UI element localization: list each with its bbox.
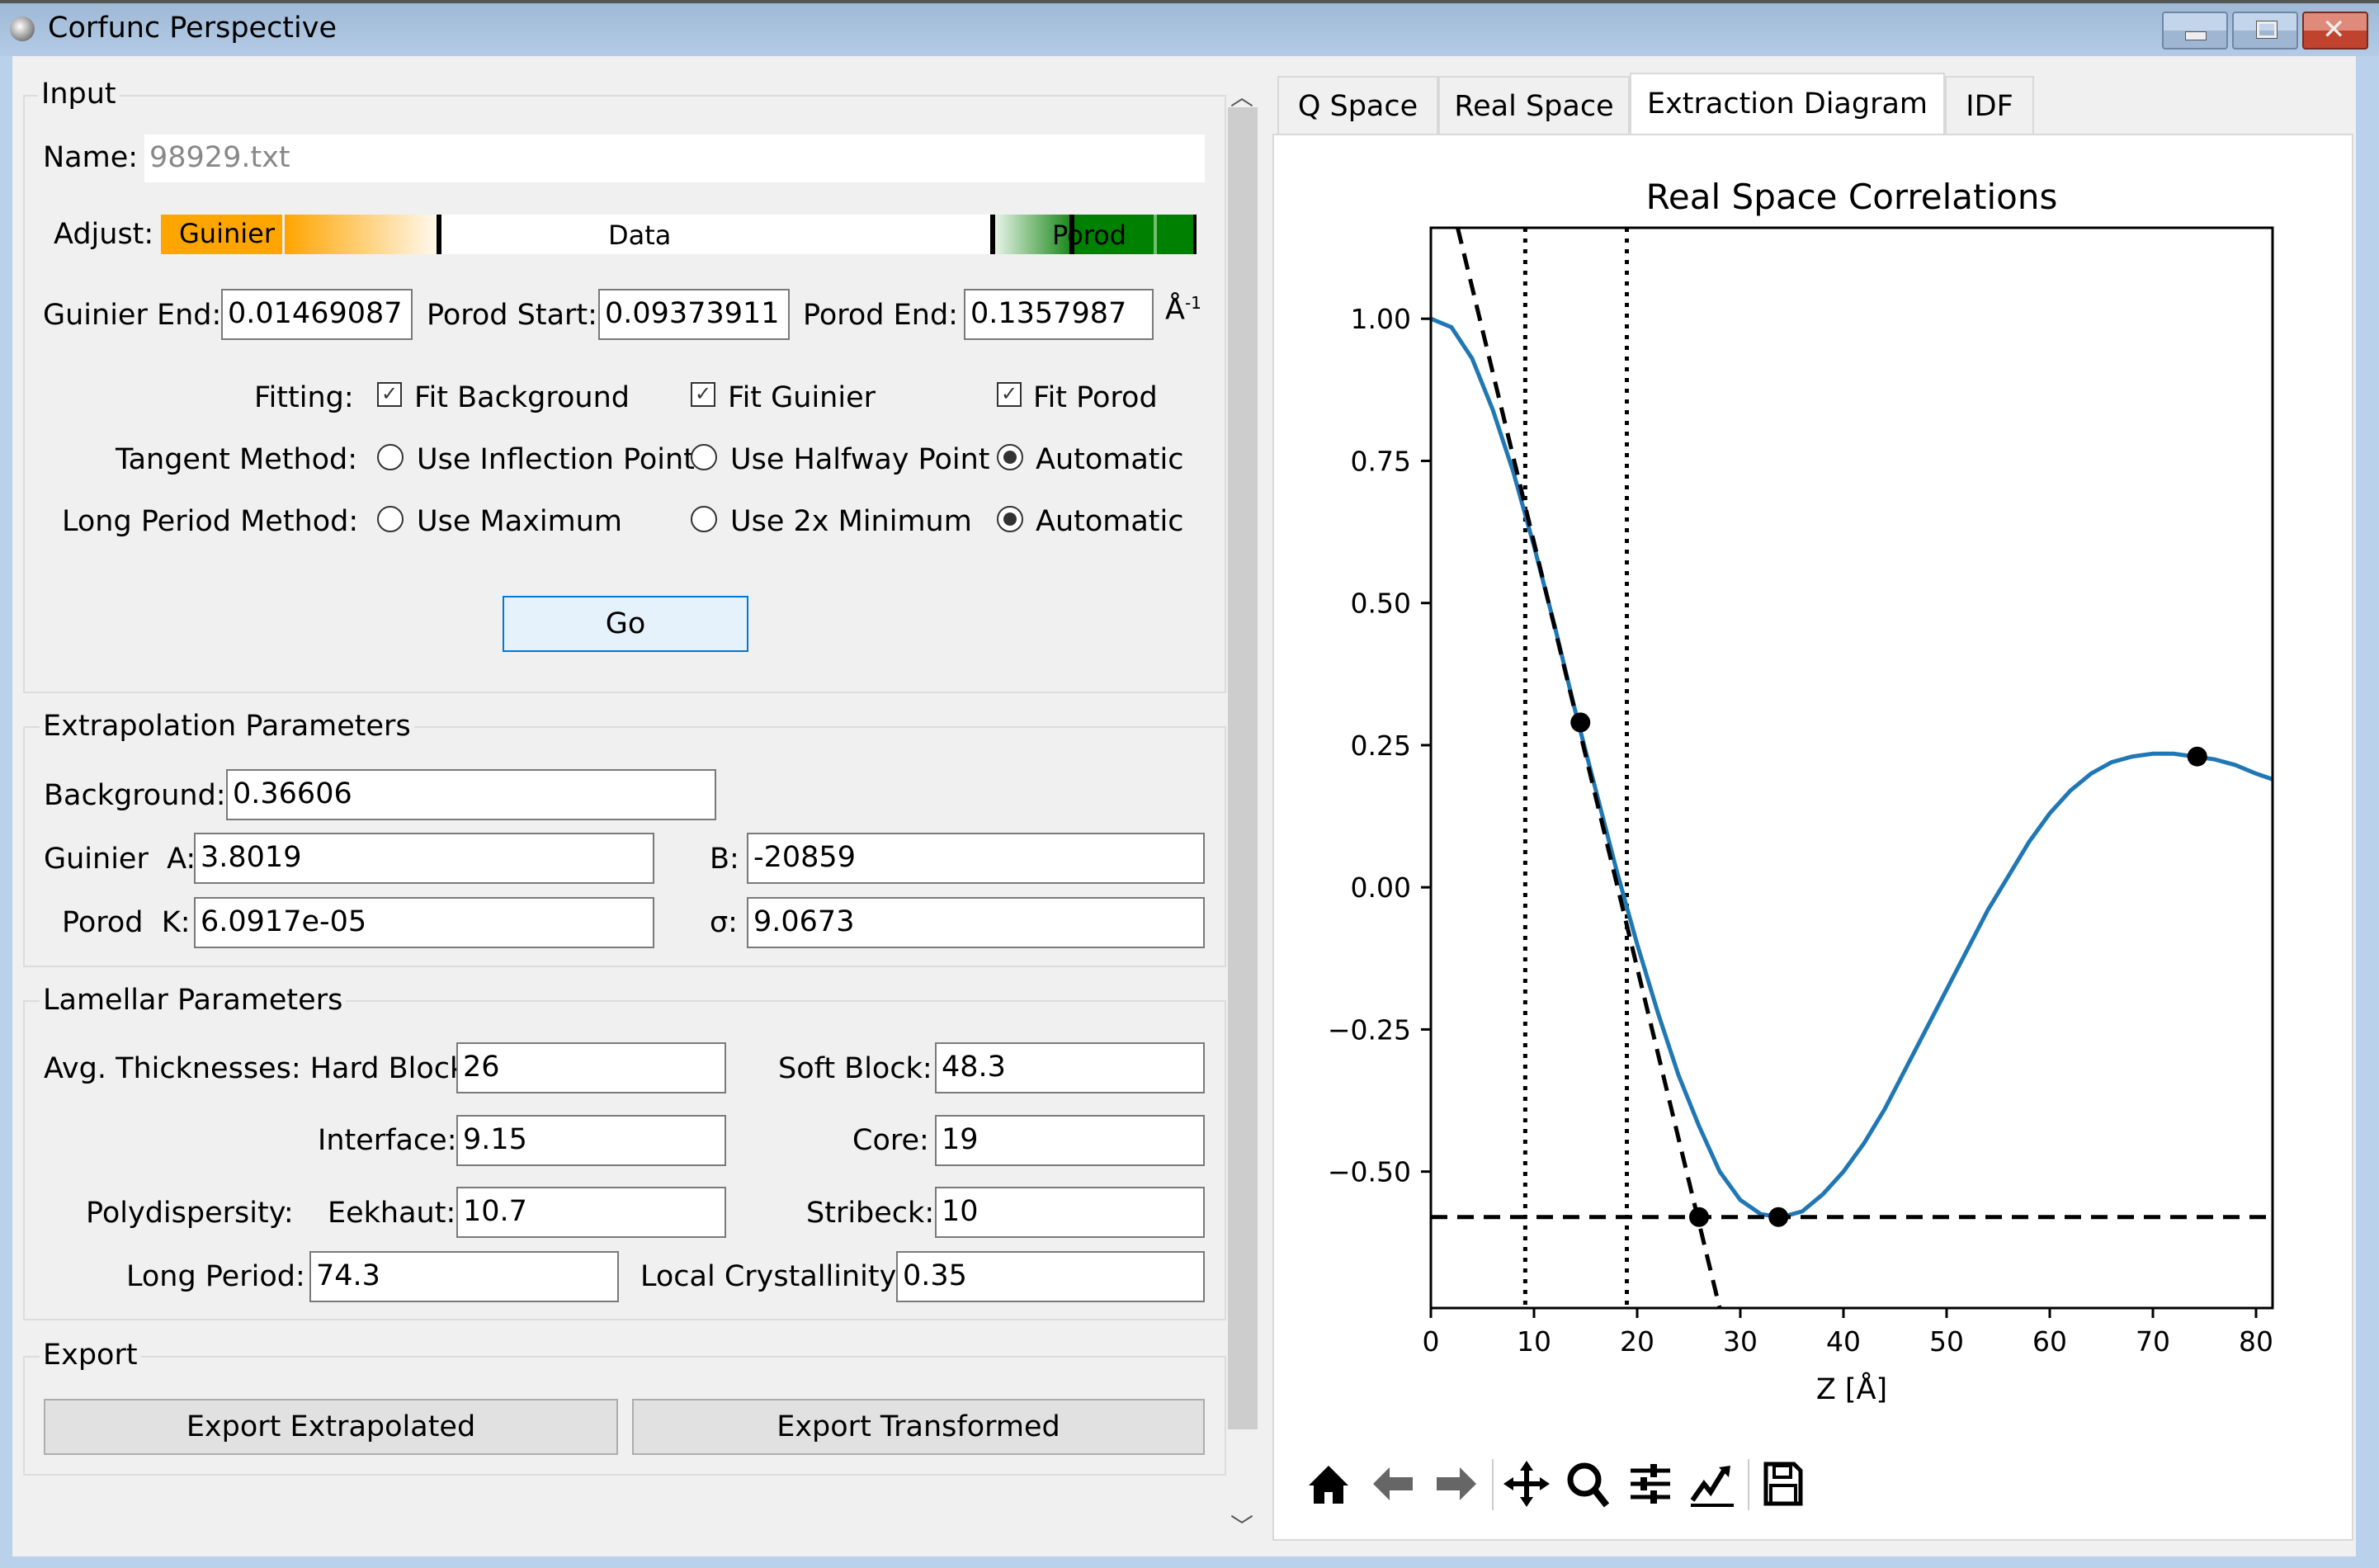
- zoom-icon[interactable]: [1564, 1459, 1613, 1509]
- back-icon[interactable]: [1368, 1459, 1418, 1509]
- series-correlation: [1431, 316, 2273, 1220]
- x-axis-label: Z [Å]: [1816, 1371, 1887, 1406]
- y-tick-label: −0.25: [1328, 1013, 1411, 1046]
- x-tick-label: 10: [1517, 1325, 1551, 1358]
- series-tangent: [1456, 228, 1722, 1308]
- pan-icon[interactable]: [1502, 1459, 1551, 1509]
- y-axis-label: Correlation: [1280, 689, 1313, 848]
- data-point-3: [2187, 746, 2207, 767]
- y-axis-label-clip: Correlation: [1280, 689, 1313, 848]
- plot-toolbar: [1304, 1459, 1881, 1512]
- home-icon[interactable]: [1304, 1459, 1353, 1509]
- x-tick-label: 80: [2239, 1325, 2273, 1358]
- y-tick-label: 0.75: [1351, 445, 1411, 477]
- y-tick-label: 1.00: [1351, 303, 1411, 335]
- x-tick-label: 30: [1723, 1325, 1758, 1358]
- edit-axis-icon[interactable]: [1687, 1459, 1737, 1509]
- x-tick-label: 40: [1826, 1325, 1861, 1358]
- y-tick-label: 0.50: [1351, 588, 1411, 620]
- x-tick-label: 60: [2032, 1325, 2067, 1358]
- x-tick-label: 20: [1620, 1325, 1654, 1358]
- data-point-2: [1768, 1207, 1789, 1227]
- configure-subplots-icon[interactable]: [1626, 1459, 1675, 1509]
- toolbar-separator: [1492, 1459, 1494, 1510]
- x-tick-label: 0: [1423, 1325, 1440, 1358]
- extraction-chart[interactable]: Real Space Correlations 0 10 20 30 40 50 60 70 8…: [0, 0, 2379, 1568]
- x-tick-label: 50: [1929, 1325, 1964, 1358]
- data-point-1: [1689, 1207, 1709, 1227]
- forward-icon[interactable]: [1432, 1459, 1481, 1509]
- toolbar-separator: [1748, 1459, 1749, 1510]
- y-tick-label: 0.00: [1351, 871, 1411, 904]
- data-point-0: [1570, 712, 1591, 733]
- y-tick-label: 0.25: [1351, 730, 1411, 762]
- axes-frame: [1429, 226, 2274, 1310]
- chart-title: Real Space Correlations: [1646, 177, 2058, 217]
- x-tick-label: 70: [2136, 1325, 2170, 1358]
- save-icon[interactable]: [1758, 1459, 1807, 1509]
- plot-area: 0 10 20 30 40 50 60 70 80 1.00 0.75 0.50 0.25 0.00 −0.…: [1328, 226, 2274, 1358]
- y-tick-label: −0.50: [1328, 1156, 1411, 1188]
